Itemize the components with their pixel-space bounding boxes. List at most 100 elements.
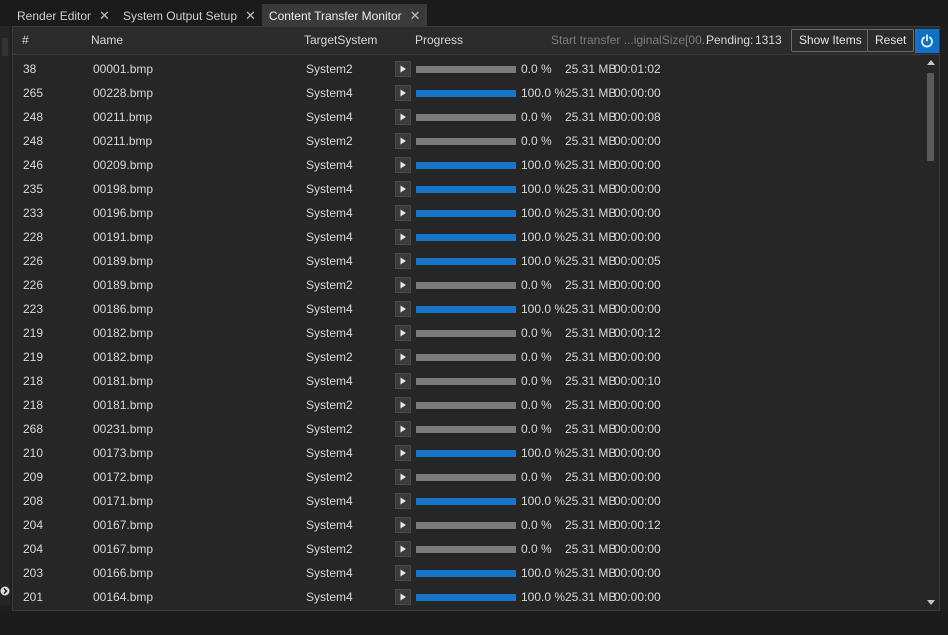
progress-bar [416, 282, 516, 289]
column-header-progress[interactable]: Progress [415, 27, 463, 55]
progress-bar [416, 258, 516, 265]
table-row[interactable]: 218 00181.bmp System2 0.0 % 25.31 MB 00:00:00 [13, 393, 923, 417]
vertical-scrollbar[interactable] [924, 57, 938, 610]
row-size: 25.31 MB [565, 86, 617, 100]
table-row[interactable]: 219 00182.bmp System4 0.0 % 25.31 MB 00:00:12 [13, 321, 923, 345]
table-row[interactable]: 228 00191.bmp System4 100.0 % 25.31 MB 00:00:… [13, 225, 923, 249]
play-icon [400, 497, 406, 505]
progress-bar [416, 378, 516, 385]
table-row[interactable]: 248 00211.bmp System2 0.0 % 25.31 MB 00:00:00 [13, 129, 923, 153]
table-row[interactable]: 219 00182.bmp System2 0.0 % 25.31 MB 00:00:00 [13, 345, 923, 369]
scroll-down-icon[interactable] [927, 600, 935, 605]
row-target-system: System2 [306, 62, 353, 76]
progress-bar [416, 90, 516, 97]
play-button[interactable] [395, 229, 411, 245]
row-size: 25.31 MB [565, 326, 617, 340]
play-button[interactable] [395, 109, 411, 125]
tab-system-output-setup[interactable]: System Output Setup ✕ [116, 4, 262, 26]
tab-render-editor[interactable]: Render Editor ✕ [10, 4, 116, 26]
scroll-up-icon[interactable] [927, 60, 935, 65]
row-number: 210 [23, 446, 44, 460]
play-button[interactable] [395, 205, 411, 221]
play-icon [400, 65, 406, 73]
table-row[interactable]: 226 00189.bmp System4 100.0 % 25.31 MB 00:00:… [13, 249, 923, 273]
play-button[interactable] [395, 373, 411, 389]
column-header-target-system[interactable]: TargetSystem [304, 27, 377, 55]
progress-bar [416, 426, 516, 433]
table-row[interactable]: 204 00167.bmp System4 0.0 % 25.31 MB 00:00:12 [13, 513, 923, 537]
play-button[interactable] [395, 85, 411, 101]
row-size: 25.31 MB [565, 254, 617, 268]
row-percent: 0.0 % [521, 278, 552, 292]
play-button[interactable] [395, 469, 411, 485]
table-row[interactable]: 235 00198.bmp System4 100.0 % 25.31 MB 00:00:… [13, 177, 923, 201]
table-row[interactable]: 204 00167.bmp System2 0.0 % 25.31 MB 00:00:00 [13, 537, 923, 561]
close-icon[interactable]: ✕ [99, 8, 110, 24]
row-file-name: 00191.bmp [93, 230, 154, 244]
table-row[interactable]: 268 00231.bmp System2 0.0 % 25.31 MB 00:00:00 [13, 417, 923, 441]
progress-bar-fill [416, 570, 516, 577]
play-button[interactable] [395, 517, 411, 533]
table-row[interactable]: 38 00001.bmp System2 0.0 % 25.31 MB 00:01:02 [13, 57, 923, 81]
row-size: 25.31 MB [565, 230, 617, 244]
row-percent: 100.0 % [521, 302, 566, 316]
tab-content-transfer-monitor[interactable]: Content Transfer Monitor ✕ [261, 4, 427, 26]
play-button[interactable] [395, 493, 411, 509]
play-button[interactable] [395, 445, 411, 461]
close-icon[interactable]: ✕ [245, 8, 256, 24]
table-row[interactable]: 226 00189.bmp System2 0.0 % 25.31 MB 00:00:00 [13, 273, 923, 297]
play-icon [400, 569, 406, 577]
row-percent: 100.0 % [521, 158, 566, 172]
table-row[interactable]: 223 00186.bmp System4 100.0 % 25.31 MB 00:00:… [13, 297, 923, 321]
play-button[interactable] [395, 253, 411, 269]
play-button[interactable] [395, 277, 411, 293]
play-button[interactable] [395, 157, 411, 173]
row-number: 219 [23, 350, 44, 364]
play-button[interactable] [395, 421, 411, 437]
filter-input[interactable]: Start transfer ...iginalSize[00... [551, 27, 712, 55]
play-button[interactable] [395, 349, 411, 365]
row-time: 00:00:00 [614, 446, 661, 460]
table-row[interactable]: 209 00172.bmp System2 0.0 % 25.31 MB 00:00:00 [13, 465, 923, 489]
table-row[interactable]: 201 00164.bmp System4 100.0 % 25.31 MB 00:00:… [13, 585, 923, 609]
column-header-name[interactable]: Name [91, 27, 123, 55]
progress-bar [416, 330, 516, 337]
row-percent: 100.0 % [521, 494, 566, 508]
play-button[interactable] [395, 541, 411, 557]
table-row[interactable]: 248 00211.bmp System4 0.0 % 25.31 MB 00:00:08 [13, 105, 923, 129]
play-button[interactable] [395, 301, 411, 317]
row-time: 00:00:00 [614, 206, 661, 220]
play-button[interactable] [395, 181, 411, 197]
table-row[interactable]: 265 00228.bmp System4 100.0 % 25.31 MB 00:00:… [13, 81, 923, 105]
play-button[interactable] [395, 589, 411, 605]
dock-handle[interactable] [2, 38, 8, 56]
row-file-name: 00186.bmp [93, 302, 154, 316]
play-button[interactable] [395, 325, 411, 341]
table-row[interactable]: 218 00181.bmp System4 0.0 % 25.31 MB 00:00:10 [13, 369, 923, 393]
row-percent: 100.0 % [521, 182, 566, 196]
row-percent: 100.0 % [521, 446, 566, 460]
row-size: 25.31 MB [565, 374, 617, 388]
progress-bar-fill [416, 498, 516, 505]
row-time: 00:00:00 [614, 566, 661, 580]
play-button[interactable] [395, 565, 411, 581]
play-button[interactable] [395, 61, 411, 77]
play-icon [400, 89, 406, 97]
play-button[interactable] [395, 397, 411, 413]
table-row[interactable]: 208 00171.bmp System4 100.0 % 25.31 MB 00:00:… [13, 489, 923, 513]
dock-expand-icon[interactable] [0, 586, 10, 600]
table-row[interactable]: 210 00173.bmp System4 100.0 % 25.31 MB 00:00:… [13, 441, 923, 465]
table-row[interactable]: 233 00196.bmp System4 100.0 % 25.31 MB 00:00:… [13, 201, 923, 225]
column-header-number[interactable]: # [22, 27, 29, 55]
close-icon[interactable]: ✕ [410, 8, 421, 24]
power-button[interactable] [915, 29, 939, 53]
table-row[interactable]: 203 00166.bmp System4 100.0 % 25.31 MB 00:00:… [13, 561, 923, 585]
row-time: 00:00:00 [614, 542, 661, 556]
scrollbar-thumb[interactable] [927, 73, 934, 161]
table-row[interactable]: 246 00209.bmp System4 100.0 % 25.31 MB 00:00:… [13, 153, 923, 177]
play-button[interactable] [395, 133, 411, 149]
row-file-name: 00171.bmp [93, 494, 154, 508]
reset-button[interactable]: Reset [867, 29, 915, 52]
show-items-button[interactable]: Show Items [791, 29, 870, 52]
play-icon [400, 593, 406, 601]
